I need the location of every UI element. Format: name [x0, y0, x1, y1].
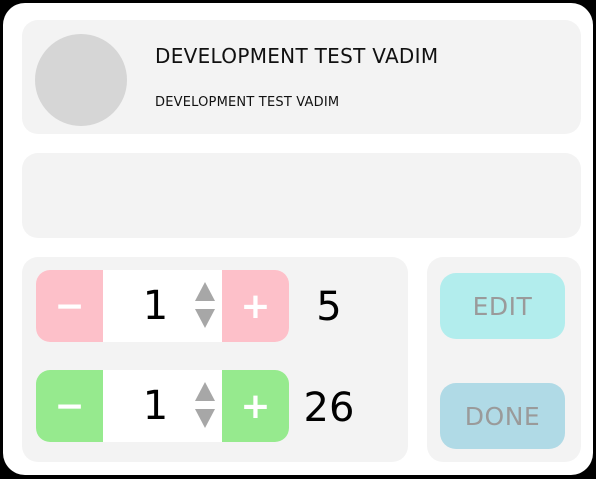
avatar: [35, 34, 127, 126]
spin-down-icon[interactable]: [195, 409, 215, 428]
increment-button[interactable]: +: [222, 370, 289, 442]
stepper-red: − 1 +: [36, 270, 289, 342]
edit-button[interactable]: EDIT: [440, 273, 565, 339]
steppers-panel: − 1 + 5 − 1 + 26: [22, 257, 408, 462]
empty-panel: [22, 153, 581, 238]
profile-subtitle: DEVELOPMENT TEST VADIM: [155, 95, 340, 110]
spinner: [194, 278, 216, 334]
profile-name: DEVELOPMENT TEST VADIM: [155, 44, 439, 68]
decrement-button[interactable]: −: [36, 370, 103, 442]
stepper-value[interactable]: 1: [103, 370, 208, 442]
stepper-green: − 1 +: [36, 370, 289, 442]
spin-up-icon[interactable]: [195, 282, 215, 301]
card: DEVELOPMENT TEST VADIM DEVELOPMENT TEST …: [3, 3, 593, 475]
stepper-total: 5: [316, 284, 342, 330]
done-button[interactable]: DONE: [440, 383, 565, 449]
spin-up-icon[interactable]: [195, 382, 215, 401]
stepper-value[interactable]: 1: [103, 270, 208, 342]
actions-panel: EDIT DONE: [427, 257, 581, 462]
stepper-total: 26: [303, 385, 355, 431]
spinner: [194, 378, 216, 434]
increment-button[interactable]: +: [222, 270, 289, 342]
decrement-button[interactable]: −: [36, 270, 103, 342]
spin-down-icon[interactable]: [195, 309, 215, 328]
profile-panel: DEVELOPMENT TEST VADIM DEVELOPMENT TEST …: [22, 20, 581, 134]
